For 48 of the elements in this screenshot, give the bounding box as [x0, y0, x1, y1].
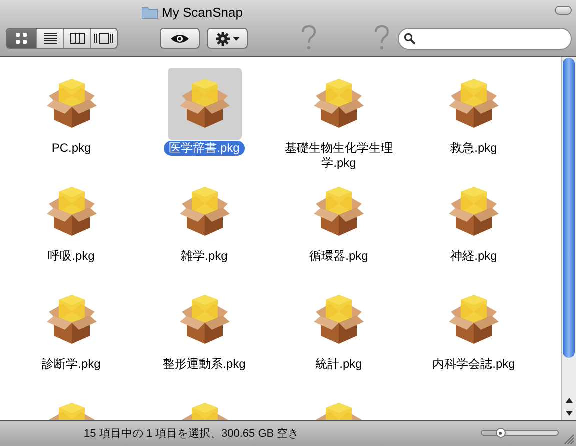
search-icon	[404, 33, 416, 45]
file-name[interactable]: PC.pkg	[46, 141, 96, 156]
scrollbar-thumb[interactable]	[563, 58, 575, 358]
package-icon[interactable]	[447, 294, 501, 346]
package-icon[interactable]	[178, 294, 232, 346]
folder-icon	[142, 6, 158, 20]
file-name[interactable]: 統計.pkg	[310, 357, 368, 372]
file-name[interactable]: 診断学.pkg	[37, 357, 106, 372]
view-mode-control[interactable]	[6, 28, 118, 49]
resize-grip-icon[interactable]	[564, 434, 574, 444]
file-name[interactable]: 神経.pkg	[446, 249, 502, 264]
package-icon[interactable]	[447, 186, 501, 238]
window-title: My ScanSnap	[162, 4, 243, 22]
status-text: 15 項目中の 1 項目を選択、300.65 GB 空き	[84, 426, 300, 442]
icon-size-slider[interactable]	[481, 428, 559, 438]
package-icon[interactable]	[44, 186, 98, 238]
package-icon[interactable]	[178, 78, 232, 130]
icon-view-icon	[16, 33, 27, 44]
column-view-icon	[70, 33, 84, 44]
toolbar-toggle-button[interactable]	[555, 6, 572, 15]
file-name[interactable]: 呼吸.pkg	[43, 249, 100, 264]
package-icon[interactable]	[44, 78, 98, 130]
slider-thumb[interactable]	[496, 428, 506, 438]
file-name[interactable]: 内科学会誌.pkg	[428, 357, 520, 372]
gear-icon	[216, 32, 230, 46]
cover-flow-icon	[94, 33, 114, 44]
list-view-icon	[44, 33, 56, 44]
action-menu-button[interactable]	[207, 28, 248, 49]
eye-icon	[171, 34, 189, 44]
file-name[interactable]: 整形運動系.pkg	[158, 357, 251, 372]
package-icon[interactable]	[312, 78, 366, 130]
file-name[interactable]: 基礎生物生化学生理学.pkg	[280, 141, 398, 171]
package-icon[interactable]	[312, 186, 366, 238]
file-name[interactable]: 救急.pkg	[446, 141, 502, 156]
file-name[interactable]: 雑学.pkg	[176, 249, 233, 264]
view-mode-button[interactable]	[36, 29, 63, 48]
package-icon[interactable]	[312, 294, 366, 346]
view-mode-button[interactable]	[90, 29, 117, 48]
search-field[interactable]	[398, 28, 572, 50]
package-icon[interactable]	[44, 294, 98, 346]
view-mode-button[interactable]	[63, 29, 90, 48]
view-mode-button[interactable]	[7, 29, 36, 48]
package-icon[interactable]	[178, 186, 232, 238]
file-name[interactable]: 循環器.pkg	[304, 249, 374, 264]
package-icon[interactable]	[447, 78, 501, 130]
file-name[interactable]: 医学辞書.pkg	[164, 141, 245, 156]
caret-icon	[232, 36, 240, 40]
quick-look-button[interactable]	[160, 28, 200, 49]
